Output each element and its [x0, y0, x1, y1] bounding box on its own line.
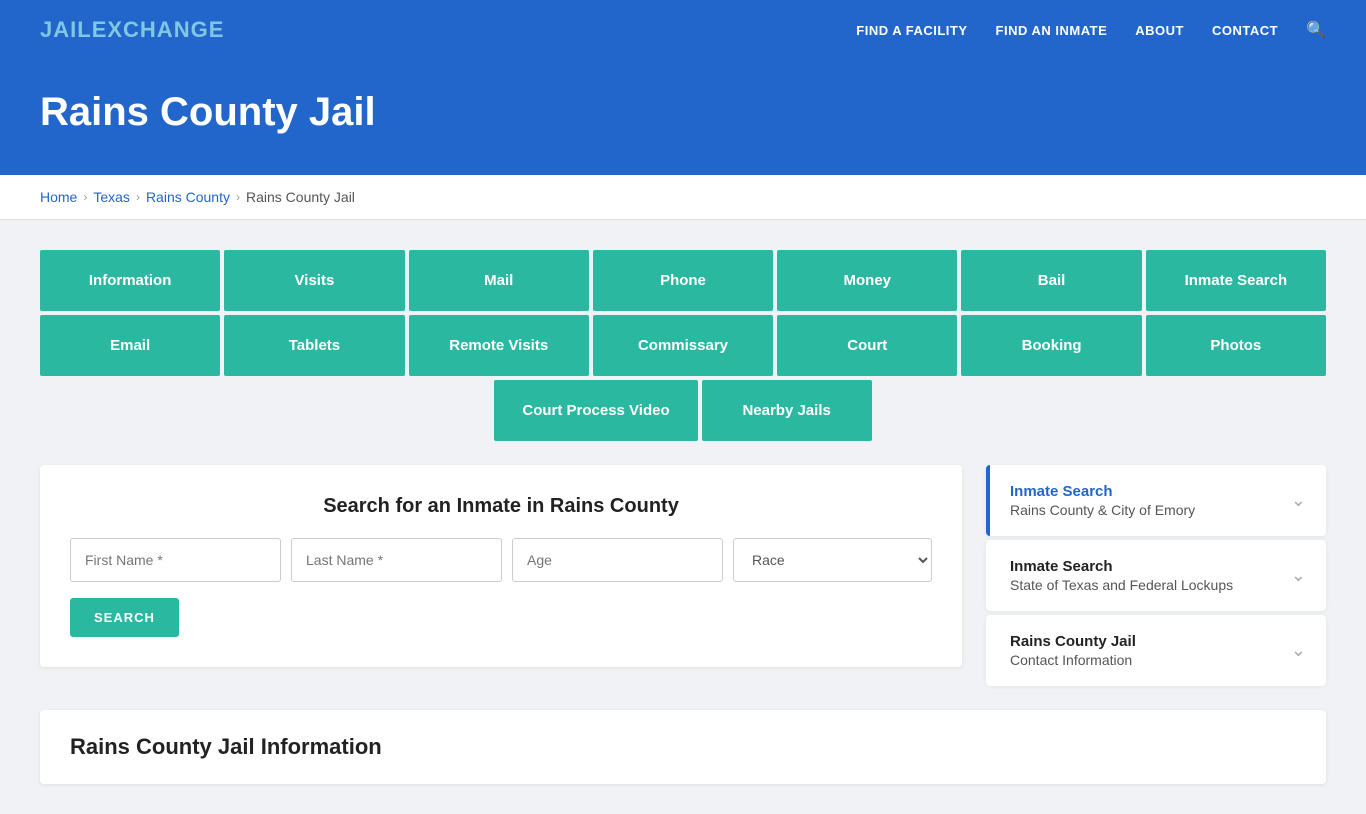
nav-about[interactable]: ABOUT: [1135, 23, 1184, 38]
breadcrumb-texas[interactable]: Texas: [93, 189, 130, 205]
hero-section: Rains County Jail: [0, 60, 1366, 175]
breadcrumb-bar: Home › Texas › Rains County › Rains Coun…: [0, 175, 1366, 220]
btn-bail[interactable]: Bail: [961, 250, 1141, 311]
chevron-down-icon-3: ⌄: [1291, 640, 1306, 661]
btn-court-process-video[interactable]: Court Process Video: [494, 380, 697, 441]
btn-phone[interactable]: Phone: [593, 250, 773, 311]
btn-commissary[interactable]: Commissary: [593, 315, 773, 376]
search-button[interactable]: SEARCH: [70, 598, 179, 637]
btn-mail[interactable]: Mail: [409, 250, 589, 311]
btn-visits[interactable]: Visits: [224, 250, 404, 311]
sidebar-item-subtitle-2: State of Texas and Federal Lockups: [1010, 577, 1281, 593]
breadcrumb: Home › Texas › Rains County › Rains Coun…: [40, 189, 1326, 205]
nav-find-facility[interactable]: FIND A FACILITY: [856, 23, 967, 38]
btn-nearby-jails[interactable]: Nearby Jails: [702, 380, 872, 441]
main-nav: FIND A FACILITY FIND AN INMATE ABOUT CON…: [856, 20, 1326, 40]
sidebar-item-inmate-search-state[interactable]: Inmate Search State of Texas and Federal…: [986, 540, 1326, 611]
chevron-down-icon-1: ⌄: [1291, 490, 1306, 511]
sidebar-item-inmate-search-county[interactable]: Inmate Search Rains County & City of Emo…: [986, 465, 1326, 536]
site-logo[interactable]: JAILEXCHANGE: [40, 17, 224, 43]
button-grid-row1: Information Visits Mail Phone Money Bail…: [40, 250, 1326, 311]
button-grid-row3: Court Process Video Nearby Jails: [40, 380, 1326, 441]
logo-part1: JAIL: [40, 17, 92, 42]
jail-info-title: Rains County Jail Information: [70, 734, 1296, 760]
search-icon[interactable]: 🔍: [1306, 20, 1326, 40]
sidebar-item-contact-info[interactable]: Rains County Jail Contact Information ⌄: [986, 615, 1326, 686]
btn-email[interactable]: Email: [40, 315, 220, 376]
sidebar-item-title-1: Inmate Search: [1010, 483, 1281, 500]
btn-tablets[interactable]: Tablets: [224, 315, 404, 376]
sidebar-item-title-3: Rains County Jail: [1010, 633, 1281, 650]
chevron-down-icon-2: ⌄: [1291, 565, 1306, 586]
btn-booking[interactable]: Booking: [961, 315, 1141, 376]
sidebar-item-subtitle-1: Rains County & City of Emory: [1010, 502, 1281, 518]
search-form-box: Search for an Inmate in Rains County Rac…: [40, 465, 962, 667]
btn-information[interactable]: Information: [40, 250, 220, 311]
sidebar-item-text-3: Rains County Jail Contact Information: [1010, 633, 1281, 668]
last-name-input[interactable]: [291, 538, 502, 582]
first-name-input[interactable]: [70, 538, 281, 582]
nav-find-inmate[interactable]: FIND AN INMATE: [996, 23, 1108, 38]
sidebar-item-text-1: Inmate Search Rains County & City of Emo…: [1010, 483, 1281, 518]
sidebar-item-title-2: Inmate Search: [1010, 558, 1281, 575]
main-area: Information Visits Mail Phone Money Bail…: [0, 220, 1366, 814]
sidebar-item-subtitle-3: Contact Information: [1010, 652, 1281, 668]
site-header: JAILEXCHANGE FIND A FACILITY FIND AN INM…: [0, 0, 1366, 60]
lower-section: Search for an Inmate in Rains County Rac…: [40, 465, 1326, 690]
btn-inmate-search[interactable]: Inmate Search: [1146, 250, 1326, 311]
sidebar-item-text-2: Inmate Search State of Texas and Federal…: [1010, 558, 1281, 593]
breadcrumb-sep-1: ›: [83, 190, 87, 204]
btn-remote-visits[interactable]: Remote Visits: [409, 315, 589, 376]
btn-photos[interactable]: Photos: [1146, 315, 1326, 376]
btn-money[interactable]: Money: [777, 250, 957, 311]
breadcrumb-current: Rains County Jail: [246, 189, 355, 205]
jail-info-section: Rains County Jail Information: [40, 710, 1326, 784]
sidebar: Inmate Search Rains County & City of Emo…: [986, 465, 1326, 690]
logo-exchange: EXCHANGE: [92, 17, 225, 42]
search-form-title: Search for an Inmate in Rains County: [70, 495, 932, 518]
breadcrumb-rains-county[interactable]: Rains County: [146, 189, 230, 205]
age-input[interactable]: [512, 538, 723, 582]
page-title: Rains County Jail: [40, 90, 1326, 135]
button-grid-row2: Email Tablets Remote Visits Commissary C…: [40, 315, 1326, 376]
breadcrumb-sep-2: ›: [136, 190, 140, 204]
nav-contact[interactable]: CONTACT: [1212, 23, 1278, 38]
search-form-row1: Race White Black Hispanic Asian Other: [70, 538, 932, 582]
breadcrumb-home[interactable]: Home: [40, 189, 77, 205]
breadcrumb-sep-3: ›: [236, 190, 240, 204]
race-select[interactable]: Race White Black Hispanic Asian Other: [733, 538, 932, 582]
btn-court[interactable]: Court: [777, 315, 957, 376]
